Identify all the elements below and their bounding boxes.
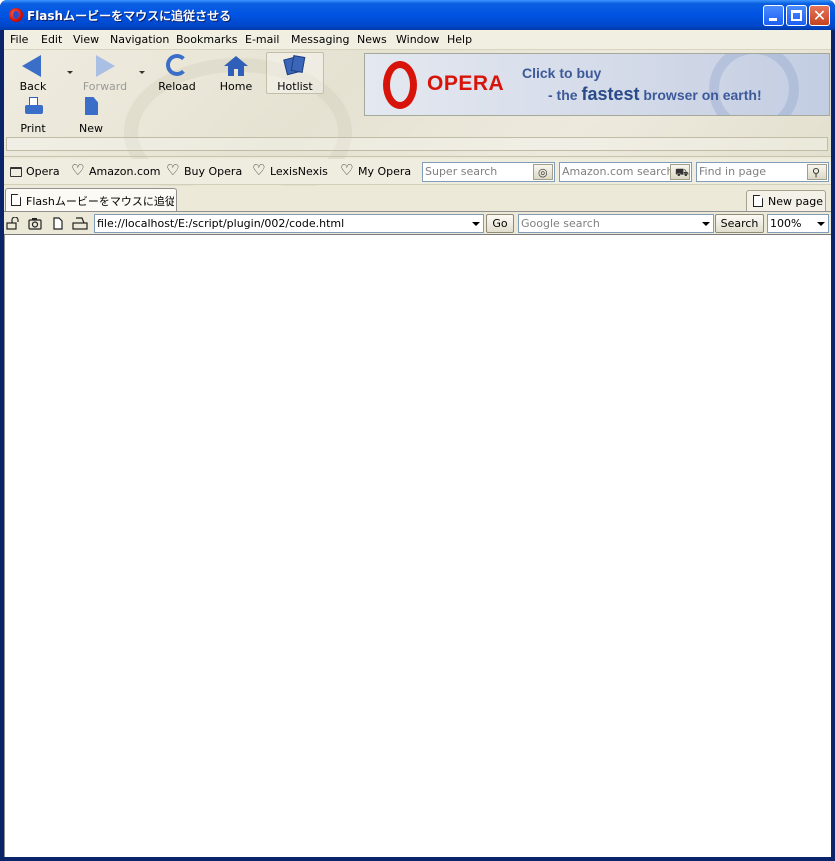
opera-ad-banner[interactable]: OPERA Click to buy - the fastest browser… — [364, 53, 830, 116]
address-url: file://localhost/E:/script/plugin/002/co… — [97, 217, 345, 230]
ad-headline: Click to buy — [522, 65, 602, 81]
close-button[interactable]: ✕ — [809, 5, 830, 26]
forward-button[interactable]: Forward — [76, 52, 134, 94]
personal-bar-item-amazon[interactable]: Amazon.com — [71, 161, 160, 179]
page-icon — [11, 194, 21, 206]
zoom-dropdown-icon[interactable] — [813, 215, 828, 232]
tab-active-page[interactable]: Flashムービーをマウスに追従さ... — [5, 188, 177, 211]
new-document-icon — [85, 97, 98, 115]
hotlist-icon — [283, 55, 306, 76]
bookmark-heart-icon — [252, 161, 266, 179]
maximize-icon — [791, 10, 802, 21]
new-page-icon — [753, 195, 763, 207]
find-in-page-button[interactable]: ⚲ — [807, 164, 827, 180]
client-area: File Edit View Navigation Bookmarks E-ma… — [4, 30, 831, 857]
minimize-button[interactable] — [763, 5, 784, 26]
bookmark-heart-icon — [166, 161, 180, 179]
personal-bar-item-buy-opera[interactable]: Buy Opera — [166, 161, 242, 179]
home-button[interactable]: Home — [207, 52, 265, 94]
camera-icon[interactable] — [28, 217, 42, 230]
menu-edit[interactable]: Edit — [41, 33, 62, 46]
bookmark-heart-icon — [71, 161, 85, 179]
main-toolbar: Back Forward Reload Home Hotlist Print N… — [4, 50, 831, 206]
new-page-label: New page — [768, 195, 823, 208]
go-button[interactable]: Go — [486, 214, 514, 233]
folder-icon — [10, 167, 22, 177]
find-in-page-input[interactable]: Find in page ⚲ — [696, 162, 829, 182]
forward-arrow-icon — [96, 55, 115, 77]
back-button[interactable]: Back — [4, 52, 62, 94]
search-button[interactable]: Search — [715, 214, 764, 233]
address-bar: file://localhost/E:/script/plugin/002/co… — [4, 211, 831, 235]
print-icon — [25, 97, 43, 115]
zoom-select[interactable]: 100% — [767, 214, 829, 233]
personal-bar-item-my-opera[interactable]: My Opera — [340, 161, 411, 179]
personal-bar-item-lexisnexis[interactable]: LexisNexis — [252, 161, 328, 179]
reload-icon — [166, 54, 188, 76]
menu-help[interactable]: Help — [447, 33, 472, 46]
ad-tagline: - the fastest browser on earth! — [548, 84, 762, 104]
title-bar[interactable]: Flashムービーをマウスに追従させる ✕ — [0, 0, 835, 30]
print-button[interactable]: Print — [4, 96, 62, 138]
reload-button[interactable]: Reload — [148, 52, 206, 94]
menu-view[interactable]: View — [73, 33, 99, 46]
back-history-dropdown-icon[interactable] — [67, 71, 73, 74]
maximize-button[interactable] — [786, 5, 807, 26]
bookmark-heart-icon — [340, 161, 354, 179]
personal-bar-item-opera[interactable]: Opera — [10, 165, 60, 179]
menu-bar: File Edit View Navigation Bookmarks E-ma… — [4, 30, 831, 50]
menu-navigation[interactable]: Navigation — [110, 33, 169, 46]
hotlist-button[interactable]: Hotlist — [266, 52, 324, 94]
toolbar-strip — [6, 137, 828, 151]
browser-window: Flashムービーをマウスに追従させる ✕ File Edit View Nav… — [0, 0, 835, 861]
forward-history-dropdown-icon[interactable] — [139, 71, 145, 74]
menu-bookmarks[interactable]: Bookmarks — [176, 33, 237, 46]
address-input[interactable]: file://localhost/E:/script/plugin/002/co… — [94, 214, 484, 233]
menu-window[interactable]: Window — [396, 33, 439, 46]
super-search-input[interactable]: Super search ◎ — [422, 162, 555, 182]
menu-email[interactable]: E-mail — [245, 33, 280, 46]
close-icon: ✕ — [812, 6, 827, 25]
new-page-button[interactable]: New page — [746, 190, 826, 211]
amazon-search-button[interactable]: ⛟ — [670, 164, 690, 180]
security-lock-icon[interactable] — [6, 216, 20, 230]
personal-bar: Opera Amazon.com Buy Opera LexisNexis My… — [4, 159, 831, 185]
minimize-icon — [769, 18, 777, 21]
magnifier-icon: ⚲ — [812, 166, 821, 179]
ad-brand-text: OPERA — [427, 72, 505, 95]
home-label: Home — [219, 80, 253, 93]
amazon-search-input[interactable]: Amazon.com search ⛟ — [559, 162, 692, 182]
super-search-button[interactable]: ◎ — [533, 164, 553, 180]
page-info-icon[interactable] — [51, 217, 65, 230]
search-globe-icon: ◎ — [538, 166, 548, 179]
print-small-icon[interactable] — [72, 217, 88, 230]
reload-label: Reload — [158, 80, 196, 93]
forward-label: Forward — [82, 80, 128, 93]
menu-news[interactable]: News — [357, 33, 387, 46]
shopping-cart-icon: ⛟ — [675, 166, 689, 179]
back-label: Back — [19, 80, 47, 93]
zoom-value: 100% — [770, 217, 802, 230]
window-title: Flashムービーをマウスに追従させる — [27, 9, 232, 23]
new-button[interactable]: New — [62, 96, 120, 138]
google-search-input[interactable]: Google search — [518, 214, 714, 233]
new-label: New — [79, 122, 103, 135]
tab-bar: Flashムービーをマウスに追従さ... New page — [4, 186, 831, 211]
search-engine-dropdown-icon[interactable] — [698, 215, 713, 232]
page-content[interactable] — [4, 235, 831, 857]
tab-title: Flashムービーをマウスに追従さ... — [26, 195, 174, 208]
menu-file[interactable]: File — [10, 33, 28, 46]
menu-messaging[interactable]: Messaging — [291, 33, 349, 46]
print-label: Print — [20, 122, 46, 135]
hotlist-label: Hotlist — [277, 80, 313, 93]
address-history-dropdown-icon[interactable] — [468, 215, 483, 232]
opera-app-icon — [9, 8, 23, 22]
home-icon — [224, 56, 248, 76]
opera-logo-icon — [383, 61, 417, 109]
back-arrow-icon — [22, 55, 41, 77]
